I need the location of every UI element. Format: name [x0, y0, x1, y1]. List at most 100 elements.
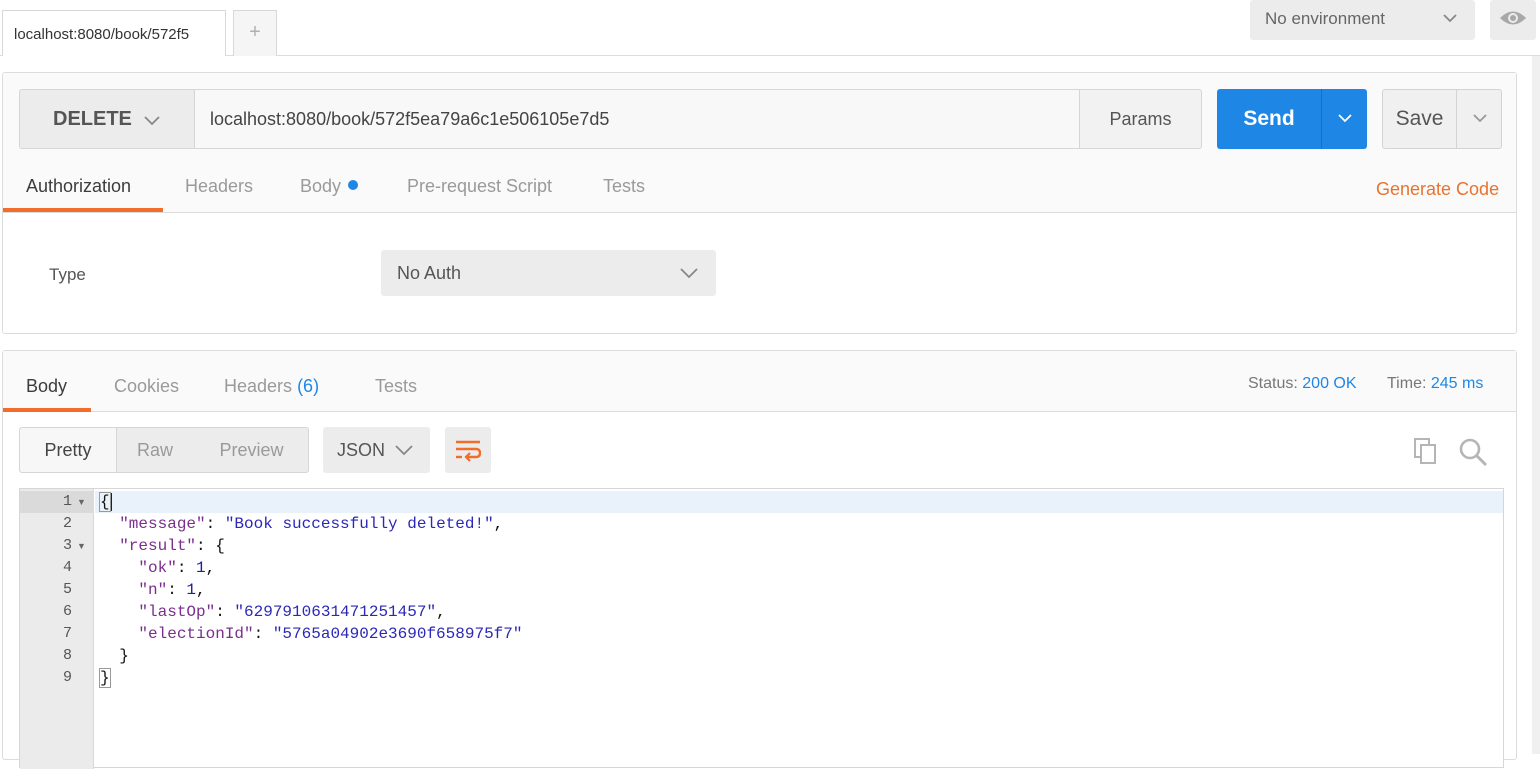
fold-arrow-icon[interactable]: ▼ [77, 491, 86, 513]
response-tab-body[interactable]: Body [26, 376, 67, 397]
chevron-down-icon [680, 268, 698, 279]
search-icon[interactable] [1458, 437, 1488, 467]
format-value: JSON [337, 440, 386, 460]
view-raw-button[interactable]: Raw [117, 428, 193, 472]
url-input[interactable] [194, 89, 1080, 149]
response-tab-headers[interactable]: Headers (6) [224, 376, 319, 397]
tab-body[interactable]: Body [300, 176, 359, 197]
environment-label: No environment [1265, 9, 1386, 28]
json-trail: , [493, 515, 504, 533]
save-button[interactable]: Save [1383, 90, 1456, 148]
json-trail: , [436, 603, 446, 621]
method-select[interactable]: DELETE [19, 89, 194, 149]
auth-type-value: No Auth [397, 263, 462, 283]
time-value: 245 ms [1430, 375, 1484, 392]
line-number: 9 [62, 669, 72, 686]
tab-authorization[interactable]: Authorization [26, 176, 131, 197]
chevron-down-icon [144, 116, 160, 126]
environment-select[interactable]: No environment [1250, 0, 1475, 40]
auth-type-select[interactable]: No Auth [381, 250, 716, 296]
view-mode-toggle: Pretty Raw Preview [19, 427, 309, 473]
generate-code-link[interactable]: Generate Code [1376, 179, 1499, 200]
request-header: DELETE Params Send Save Authorization He… [3, 73, 1516, 213]
code-line: } [99, 667, 111, 689]
time-label: Time: [1387, 375, 1427, 392]
eye-icon [1500, 11, 1526, 25]
view-pretty-button[interactable]: Pretty [20, 428, 117, 472]
save-button-group: Save [1382, 89, 1502, 149]
plus-icon: + [249, 21, 261, 43]
response-header: Body Cookies Headers (6) Tests Status: 2… [3, 351, 1516, 412]
response-body-editor[interactable]: 1 ▼ { 2 "message": "Book successfully de… [19, 488, 1504, 769]
json-trail: , [196, 581, 206, 599]
view-preview-button[interactable]: Preview [195, 428, 308, 472]
code-line: { [99, 492, 111, 512]
environment-quick-look-button[interactable] [1490, 0, 1536, 40]
save-dropdown-button[interactable] [1456, 90, 1501, 148]
code-line: } [100, 645, 129, 667]
response-time: Time: 245 ms [1387, 375, 1483, 393]
json-key: "message" [119, 515, 206, 533]
new-tab-button[interactable]: + [233, 10, 277, 56]
tab-strip: localhost:8080/book/572f5 + No environme… [0, 0, 1540, 56]
json-value: "Book successfully deleted!" [224, 515, 494, 533]
code-line: "electionId": "5765a04902e3690f658975f7" [138, 625, 523, 643]
line-number: 8 [62, 647, 72, 664]
code-line: "lastOp": "6297910631471251457", [138, 603, 446, 621]
chevron-down-icon [1473, 114, 1487, 123]
json-value: 1 [196, 559, 206, 577]
fold-arrow-icon[interactable]: ▼ [77, 535, 86, 557]
line-number: 3 [62, 537, 72, 554]
line-number: 2 [62, 515, 72, 532]
active-tab-indicator [3, 208, 163, 212]
response-tab-headers-label: Headers [224, 376, 293, 396]
tab-headers[interactable]: Headers [185, 176, 253, 197]
json-value: "6297910631471251457" [234, 603, 437, 621]
response-tab-tests[interactable]: Tests [375, 376, 417, 397]
tab-pre-request-script[interactable]: Pre-request Script [407, 176, 552, 197]
format-select[interactable]: JSON [323, 427, 430, 473]
active-tab-indicator [3, 408, 91, 412]
tab-tests[interactable]: Tests [603, 176, 645, 197]
wrap-lines-icon [456, 440, 481, 462]
send-button[interactable]: Send [1217, 89, 1321, 149]
line-number: 1 [62, 493, 72, 510]
tab-body-label: Body [300, 176, 342, 196]
chevron-down-icon [395, 445, 413, 456]
json-key: "ok" [138, 559, 177, 577]
json-key: "result" [119, 537, 197, 555]
headers-count-badge: (6) [297, 376, 320, 396]
code-line: "n": 1, [138, 581, 206, 599]
status-label: Status: [1248, 375, 1298, 392]
page-scrollbar[interactable] [1532, 56, 1540, 754]
json-key: "lastOp" [138, 603, 216, 621]
json-value: 1 [186, 581, 197, 599]
response-status: Status: 200 OK [1248, 375, 1357, 393]
send-dropdown-button[interactable] [1321, 89, 1367, 149]
wrap-lines-button[interactable] [445, 427, 491, 473]
code-line: "result": { [119, 537, 225, 555]
json-trail: , [205, 559, 216, 577]
json-value: "5765a04902e3690f658975f7" [272, 625, 523, 643]
json-close-brace: } [119, 647, 129, 665]
response-tab-cookies[interactable]: Cookies [114, 376, 179, 397]
request-tab[interactable]: localhost:8080/book/572f5 [2, 10, 226, 56]
code-line: "ok": 1, [138, 559, 216, 577]
copy-icon[interactable] [1413, 437, 1439, 465]
active-line-highlight [95, 491, 1503, 513]
request-panel: DELETE Params Send Save Authorization He… [2, 72, 1517, 334]
code-line: "message": "Book successfully deleted!", [119, 515, 504, 533]
response-panel: Body Cookies Headers (6) Tests Status: 2… [2, 350, 1517, 769]
json-open-brace: { [215, 537, 225, 555]
json-key: "electionId" [138, 625, 254, 643]
auth-type-label: Type [49, 265, 86, 284]
text-cursor [111, 493, 112, 511]
line-number: 7 [62, 625, 72, 642]
request-tab-label: localhost:8080/book/572f5 [14, 26, 190, 43]
line-number: 5 [62, 581, 72, 598]
body-indicator-dot [348, 180, 359, 190]
method-label: DELETE [53, 108, 132, 130]
status-value: 200 OK [1302, 375, 1357, 392]
params-button[interactable]: Params [1079, 89, 1202, 149]
line-number: 6 [62, 603, 72, 620]
